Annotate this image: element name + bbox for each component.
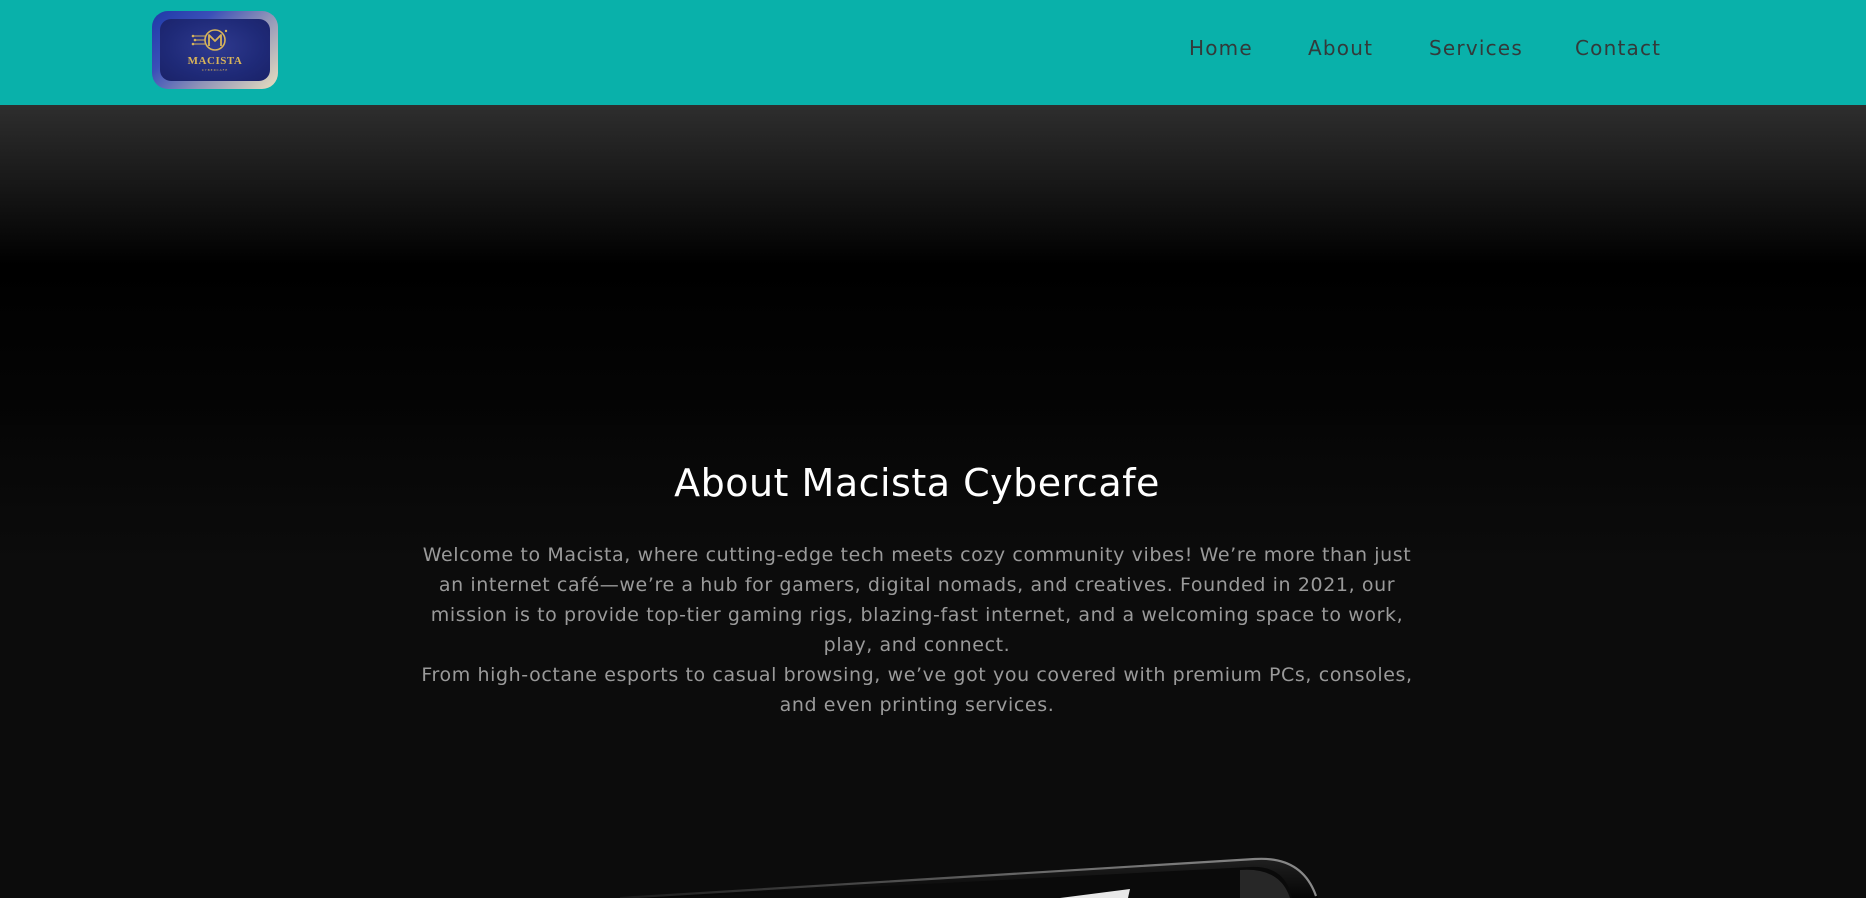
about-paragraph-1: Welcome to Macista, where cutting-edge t… (422, 544, 1412, 656)
about-paragraph-2: From high-octane esports to casual brows… (421, 664, 1413, 716)
logo-link[interactable]: MACISTA CYBERCAFE (152, 11, 278, 89)
nav-home-link[interactable]: Home (1189, 36, 1253, 60)
logo-text: MACISTA (187, 55, 243, 67)
device-image (619, 857, 1318, 898)
nav-services-link[interactable]: Services (1429, 36, 1523, 60)
nav-about-link[interactable]: About (1308, 36, 1373, 60)
hero-gradient (0, 105, 1866, 265)
site-header: MACISTA CYBERCAFE Home About Services Co… (0, 0, 1866, 105)
hero-dark-area (0, 265, 1866, 425)
about-description: Welcome to Macista, where cutting-edge t… (412, 540, 1422, 720)
logo-badge: MACISTA CYBERCAFE (160, 19, 270, 81)
logo-subtext: CYBERCAFE (201, 68, 229, 72)
about-title: About Macista Cybercafe (674, 461, 1160, 505)
nav-contact-link[interactable]: Contact (1575, 36, 1661, 60)
